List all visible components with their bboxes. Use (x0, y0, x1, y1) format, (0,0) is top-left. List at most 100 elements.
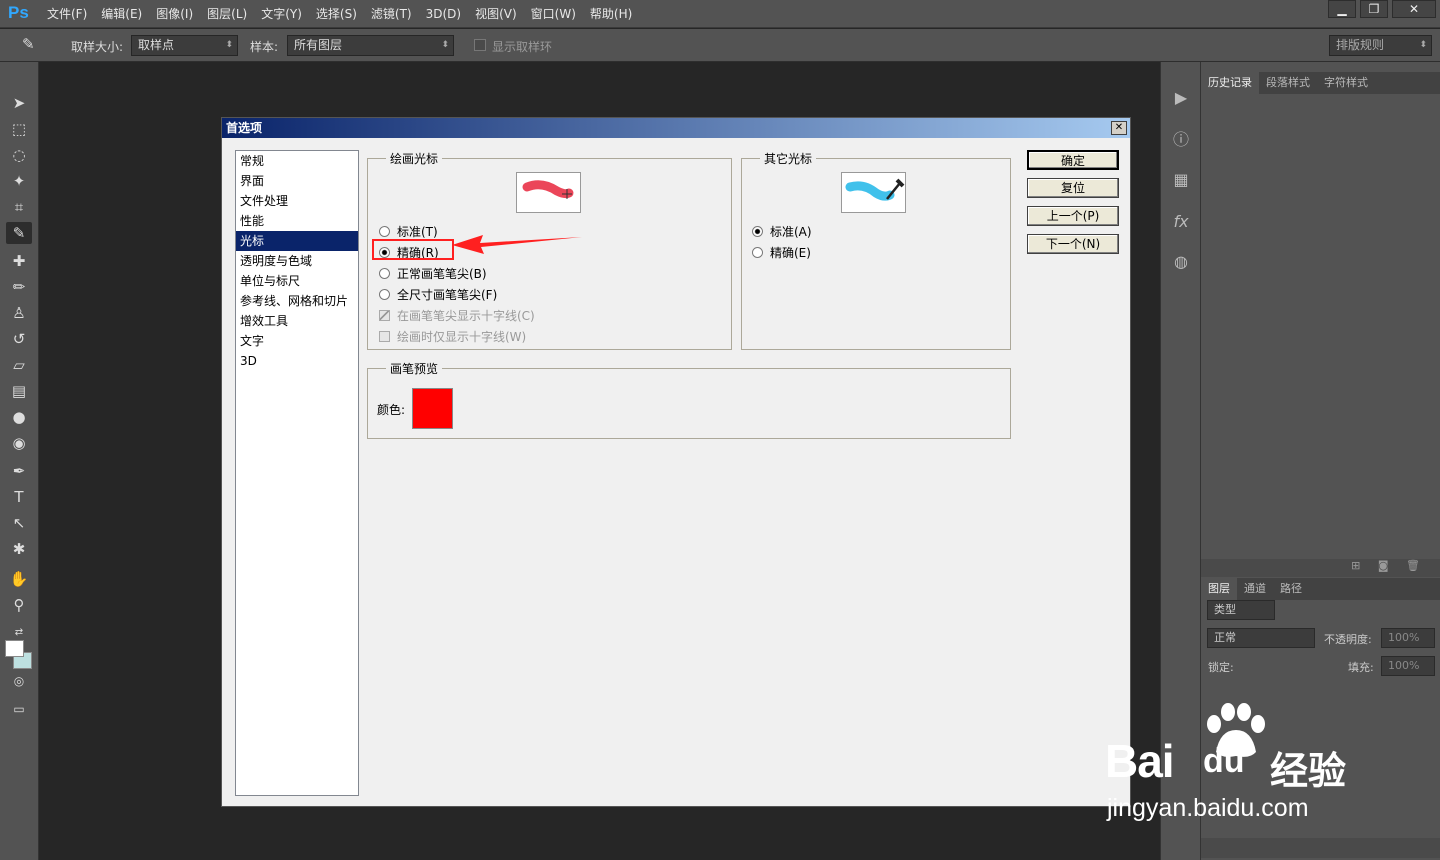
other-cursor-preview-icon (841, 172, 906, 213)
eyedropper-tool-icon[interactable]: ✎ (22, 35, 35, 53)
menu-filter[interactable]: 滤镜(T) (364, 0, 419, 28)
foreground-color-swatch[interactable] (5, 640, 24, 657)
crop-tool-icon[interactable]: ⌗ (6, 196, 32, 218)
kuler-icon[interactable]: ◍ (1169, 250, 1193, 274)
path-selection-tool-icon[interactable]: ↖ (6, 512, 32, 534)
info-icon[interactable]: ⓘ (1169, 128, 1193, 152)
menu-file[interactable]: 文件(F) (40, 0, 94, 28)
tab-paths[interactable]: 路径 (1273, 578, 1309, 600)
minimize-button[interactable]: ▁ (1328, 0, 1356, 18)
tab-paragraph-styles[interactable]: 段落样式 (1259, 72, 1317, 94)
next-button[interactable]: 下一个(N) (1027, 234, 1119, 254)
annotation-arrow-icon (452, 235, 582, 254)
dodge-tool-icon[interactable]: ◉ (6, 432, 32, 454)
sample-size-select[interactable]: 取样点 (131, 35, 238, 56)
ok-button[interactable]: 确定 (1027, 150, 1119, 170)
category-type[interactable]: 文字 (236, 331, 358, 351)
quick-mask-icon[interactable]: ◎ (6, 670, 32, 692)
blend-mode-select[interactable]: 正常 (1207, 628, 1315, 648)
dialog-title-bar: 首选项 ✕ (222, 118, 1130, 138)
menu-image[interactable]: 图像(I) (149, 0, 200, 28)
marquee-tool-icon[interactable]: ⬚ (6, 118, 32, 140)
menu-edit[interactable]: 编辑(E) (94, 0, 149, 28)
dialog-close-button[interactable]: ✕ (1111, 121, 1127, 135)
stamp-tool-icon[interactable]: ♙ (6, 302, 32, 324)
other-cursors-legend: 其它光标 (764, 152, 813, 166)
crosshair-only-checkbox[interactable]: 绘画时仅显示十字线(W) (379, 328, 526, 345)
lasso-tool-icon[interactable]: ◌ (6, 144, 32, 166)
dialog-title: 首选项 (226, 121, 263, 135)
workspace-select[interactable]: 排版规则 (1329, 35, 1432, 56)
menu-select[interactable]: 选择(S) (309, 0, 364, 28)
fill-input[interactable]: 100% (1381, 656, 1435, 676)
category-plugins[interactable]: 增效工具 (236, 311, 358, 331)
hand-tool-icon[interactable]: ✋ (6, 568, 32, 590)
trash-icon[interactable]: 🗑 (1406, 559, 1420, 572)
healing-brush-tool-icon[interactable]: ✚ (6, 250, 32, 272)
other-cursor-precise-radio[interactable]: 精确(E) (752, 244, 811, 261)
category-transparency[interactable]: 透明度与色域 (236, 251, 358, 271)
restore-button[interactable]: ❐ (1360, 0, 1388, 18)
opacity-label: 不透明度: (1324, 633, 1372, 646)
eraser-tool-icon[interactable]: ▱ (6, 354, 32, 376)
tab-channels[interactable]: 通道 (1237, 578, 1273, 600)
menu-help[interactable]: 帮助(H) (583, 0, 639, 28)
category-file-handling[interactable]: 文件处理 (236, 191, 358, 211)
new-snapshot-icon[interactable]: ⊞ (1351, 559, 1360, 572)
history-brush-tool-icon[interactable]: ↺ (6, 328, 32, 350)
tab-history[interactable]: 历史记录 (1201, 72, 1259, 94)
category-3d[interactable]: 3D (236, 351, 358, 371)
screen-mode-icon[interactable]: ▭ (6, 698, 32, 720)
shape-tool-icon[interactable]: ✱ (6, 538, 32, 560)
gradient-tool-icon[interactable]: ▤ (6, 380, 32, 402)
watermark-cn: 经验 (1270, 751, 1347, 793)
paint-cursor-normal-tip-radio[interactable]: 正常画笔笔尖(B) (379, 265, 487, 282)
menu-window[interactable]: 窗口(W) (524, 0, 583, 28)
close-window-button[interactable]: ✕ (1392, 0, 1436, 18)
category-interface[interactable]: 界面 (236, 171, 358, 191)
pen-tool-icon[interactable]: ✒ (6, 460, 32, 482)
play-icon[interactable]: ▶ (1169, 86, 1193, 110)
category-performance[interactable]: 性能 (236, 211, 358, 231)
show-crosshair-checkbox[interactable]: 在画笔笔尖显示十字线(C) (379, 307, 535, 324)
tab-layers[interactable]: 图层 (1201, 578, 1237, 600)
other-cursor-standard-radio[interactable]: 标准(A) (752, 223, 812, 240)
menu-3d[interactable]: 3D(D) (419, 0, 468, 28)
layer-filter-select[interactable]: 类型 (1207, 600, 1275, 620)
sample-select[interactable]: 所有图层 (287, 35, 454, 56)
menu-bar: Ps 文件(F) 编辑(E) 图像(I) 图层(L) 文字(Y) 选择(S) 滤… (0, 0, 1440, 28)
category-general[interactable]: 常规 (236, 151, 358, 171)
magic-wand-tool-icon[interactable]: ✦ (6, 170, 32, 192)
reset-button[interactable]: 复位 (1027, 178, 1119, 198)
history-panel-footer: ⊞ ◙ 🗑 (1201, 559, 1440, 577)
category-guides-grid[interactable]: 参考线、网格和切片 (236, 291, 358, 311)
menu-type[interactable]: 文字(Y) (254, 0, 309, 28)
eyedropper-tool-icon[interactable]: ✎ (6, 222, 32, 244)
show-ring-checkbox[interactable] (474, 39, 486, 51)
history-panel-tabs: 历史记录 段落样式 字符样式 (1201, 72, 1440, 94)
highlight-box (372, 239, 454, 260)
styles-icon[interactable]: fx (1169, 210, 1193, 234)
category-units-rulers[interactable]: 单位与标尺 (236, 271, 358, 291)
tools-panel: ➤ ⬚ ◌ ✦ ⌗ ✎ ✚ ✏ ♙ ↺ ▱ ▤ ● ◉ ✒ T ↖ ✱ ✋ ⚲ … (0, 62, 39, 860)
sample-label: 样本: (250, 40, 279, 54)
move-tool-icon[interactable]: ➤ (6, 92, 32, 114)
fill-label: 填充: (1348, 661, 1374, 674)
brush-tool-icon[interactable]: ✏ (6, 276, 32, 298)
type-tool-icon[interactable]: T (6, 486, 32, 508)
brush-color-swatch[interactable] (412, 388, 453, 429)
blur-tool-icon[interactable]: ● (6, 406, 32, 428)
zoom-tool-icon[interactable]: ⚲ (6, 594, 32, 616)
paint-cursor-full-tip-radio[interactable]: 全尺寸画笔笔尖(F) (379, 286, 497, 303)
camera-icon[interactable]: ◙ (1378, 559, 1389, 572)
paint-cursor-standard-radio[interactable]: 标准(T) (379, 223, 438, 240)
prev-button[interactable]: 上一个(P) (1027, 206, 1119, 226)
opacity-input[interactable]: 100% (1381, 628, 1435, 648)
lock-label: 锁定: (1208, 661, 1234, 674)
watermark-brand-du: du (1203, 742, 1245, 780)
tab-character-styles[interactable]: 字符样式 (1317, 72, 1375, 94)
menu-view[interactable]: 视图(V) (468, 0, 524, 28)
grid-icon[interactable]: ▦ (1169, 168, 1193, 192)
menu-layer[interactable]: 图层(L) (200, 0, 254, 28)
category-cursors[interactable]: 光标 (236, 231, 358, 251)
